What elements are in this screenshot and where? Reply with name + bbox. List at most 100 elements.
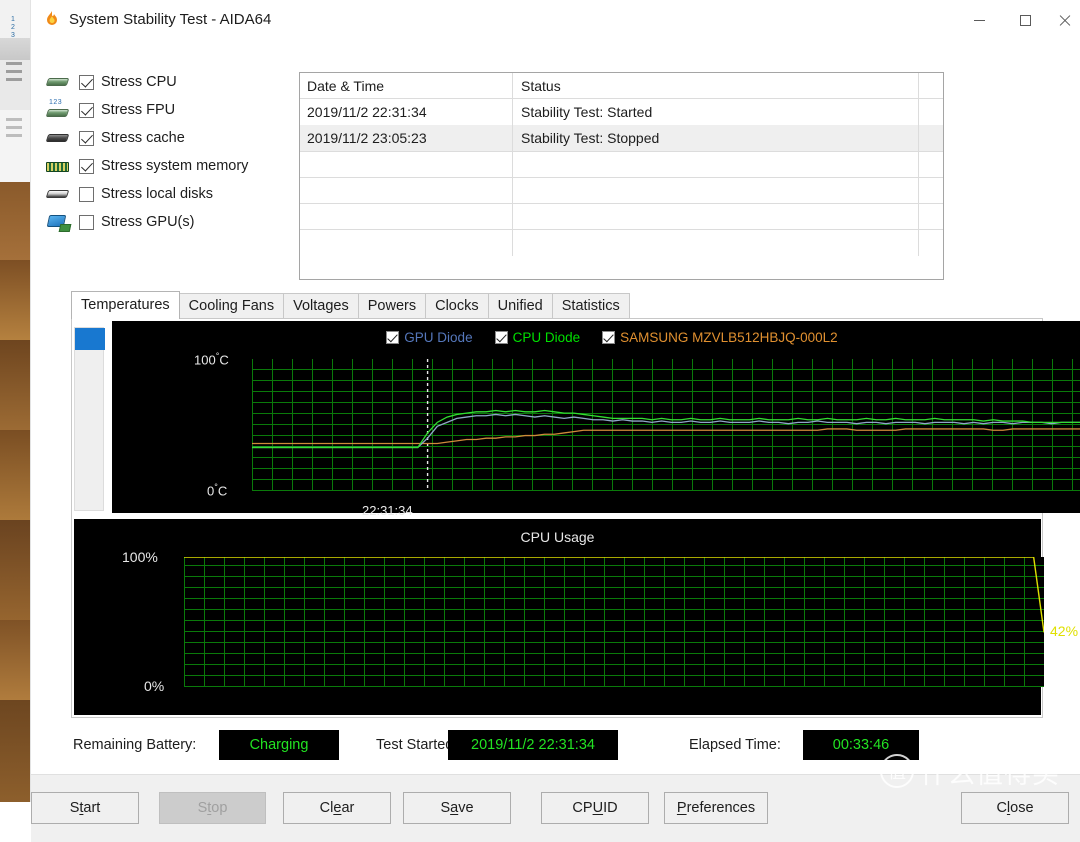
legend-item-ssd[interactable]: SAMSUNG MZVLB512HBJQ-000L2 <box>602 330 838 345</box>
gpu-monitor-icon <box>45 212 71 232</box>
stress-cache-label: Stress cache <box>101 130 185 146</box>
temperatures-tab-panel: GPU Diode CPU Diode SAMSUNG MZVLB512HBJQ… <box>71 318 1080 718</box>
table-row[interactable] <box>300 177 943 204</box>
desktop-icon-strip-1 <box>6 62 22 65</box>
test-started-label: Test Started: <box>376 737 458 753</box>
column-header-spacer <box>919 73 943 99</box>
memory-dimm-icon <box>45 156 71 176</box>
stress-option-cache[interactable]: Stress cache <box>45 124 275 152</box>
stress-disks-checkbox[interactable] <box>79 186 94 202</box>
stress-option-gpu[interactable]: Stress GPU(s) <box>45 208 275 236</box>
stress-options-list: Stress CPU 123 Stress FPU Stress cache S… <box>45 68 275 236</box>
cell-datetime <box>300 229 513 256</box>
cell-datetime <box>300 151 513 178</box>
desktop-icon-strip-2 <box>6 70 22 73</box>
table-header-row: Date & Time Status <box>300 73 943 99</box>
button-bar: Start Stop Clear Save CPUID Preferences … <box>31 774 1080 842</box>
maximize-icon[interactable] <box>1002 0 1048 40</box>
table-row[interactable] <box>300 151 943 178</box>
stress-cpu-label: Stress CPU <box>101 74 177 90</box>
minimize-icon[interactable] <box>956 0 1002 40</box>
tab-cooling-fans[interactable]: Cooling Fans <box>178 293 285 319</box>
tab-unified[interactable]: Unified <box>487 293 553 319</box>
sensor-scrollbar[interactable] <box>74 327 105 511</box>
flame-icon <box>42 10 62 30</box>
elapsed-time-value: 00:33:46 <box>803 730 919 760</box>
cache-chip-icon <box>45 128 71 148</box>
elapsed-time-label: Elapsed Time: <box>689 737 781 753</box>
preferences-button-label: Preferences <box>676 800 756 816</box>
table-row[interactable] <box>300 229 943 256</box>
cpuid-button[interactable]: CPUID <box>541 792 649 824</box>
cpu-chip-icon <box>45 72 71 92</box>
temp-axis-label-max: 100°C <box>194 351 229 368</box>
stress-option-fpu[interactable]: 123 Stress FPU <box>45 96 275 124</box>
stress-option-cpu[interactable]: Stress CPU <box>45 68 275 96</box>
legend-item-cpu-diode[interactable]: CPU Diode <box>494 329 581 345</box>
cpu-axis-label-max: 100% <box>122 549 158 565</box>
table-row[interactable] <box>300 203 943 230</box>
fpu-chip-icon: 123 <box>45 99 71 120</box>
cell-datetime: 2019/11/2 22:31:34 <box>300 99 513 125</box>
column-header-status: Status <box>513 73 919 99</box>
stress-cache-checkbox[interactable] <box>79 130 94 146</box>
temperatures-chart: GPU Diode CPU Diode SAMSUNG MZVLB512HBJQ… <box>112 321 1080 518</box>
cpu-usage-chart-title: CPU Usage <box>520 529 595 545</box>
cpuid-button-label: CPUID <box>572 800 618 816</box>
legend-item-gpu-diode[interactable]: GPU Diode <box>386 330 473 345</box>
cell-status: Stability Test: Started <box>513 99 919 125</box>
save-button-label: Save <box>440 800 474 816</box>
cell-datetime <box>300 203 513 230</box>
tab-voltages[interactable]: Voltages <box>283 293 359 319</box>
stress-memory-label: Stress system memory <box>101 158 249 174</box>
cpu-usage-chart: CPU Usage 100% 0% 42% <box>74 519 1078 715</box>
close-button[interactable]: Close <box>961 792 1069 824</box>
temp-axis-label-min: 0°C <box>207 482 228 499</box>
column-header-datetime: Date & Time <box>300 73 513 99</box>
cell-datetime: 2019/11/2 23:05:23 <box>300 125 513 151</box>
legend-gpu-diode-checkbox[interactable] <box>386 330 400 344</box>
temperatures-plot-svg <box>252 359 1080 491</box>
client-area: Stress CPU 123 Stress FPU Stress cache S… <box>31 40 1080 842</box>
desktop-number-icon: 123 <box>11 16 15 39</box>
stop-button[interactable]: Stop <box>159 792 266 824</box>
clear-button[interactable]: Clear <box>283 792 391 824</box>
stress-option-disks[interactable]: Stress local disks <box>45 180 275 208</box>
desktop-icon-strip-3 <box>6 78 22 81</box>
battery-value: Charging <box>219 730 339 760</box>
legend-cpu-diode-checkbox[interactable] <box>494 330 508 344</box>
cell-status <box>513 177 919 204</box>
stress-fpu-label: Stress FPU <box>101 102 176 118</box>
test-started-value: 2019/11/2 22:31:34 <box>448 730 618 760</box>
legend-cpu-diode-label: CPU Diode <box>512 329 581 345</box>
temperatures-plot-area <box>252 359 1080 491</box>
start-button[interactable]: Start <box>31 792 139 824</box>
sensor-scrollbar-thumb[interactable] <box>75 328 105 350</box>
hard-disk-icon <box>45 184 71 204</box>
table-row[interactable]: 2019/11/2 23:05:23 Stability Test: Stopp… <box>300 125 943 151</box>
preferences-button[interactable]: Preferences <box>664 792 768 824</box>
tab-temperatures[interactable]: Temperatures <box>71 291 180 319</box>
stress-gpu-checkbox[interactable] <box>79 214 94 230</box>
tab-bar: Temperatures Cooling Fans Voltages Power… <box>71 291 630 319</box>
tab-clocks[interactable]: Clocks <box>425 293 489 319</box>
legend-ssd-checkbox[interactable] <box>602 330 616 344</box>
status-strip: Remaining Battery: Charging Test Started… <box>31 730 1080 774</box>
desktop-icon-strip-4 <box>6 118 22 121</box>
stress-option-memory[interactable]: Stress system memory <box>45 152 275 180</box>
cell-status: Stability Test: Stopped <box>513 125 919 151</box>
stop-button-label: Stop <box>197 800 228 816</box>
stress-memory-checkbox[interactable] <box>79 158 94 174</box>
title-bar[interactable]: System Stability Test - AIDA64 <box>31 0 1080 40</box>
stress-cpu-checkbox[interactable] <box>79 74 94 90</box>
event-log-table[interactable]: Date & Time Status 2019/11/2 22:31:34 St… <box>299 72 944 280</box>
tab-powers[interactable]: Powers <box>357 293 427 319</box>
close-icon[interactable] <box>1048 0 1080 40</box>
tab-statistics[interactable]: Statistics <box>551 293 630 319</box>
table-row[interactable]: 2019/11/2 22:31:34 Stability Test: Start… <box>300 99 943 125</box>
save-button[interactable]: Save <box>403 792 511 824</box>
legend-ssd-label: SAMSUNG MZVLB512HBJQ-000L2 <box>620 329 838 345</box>
stress-fpu-checkbox[interactable] <box>79 102 94 118</box>
desktop-icon-strip-6 <box>6 134 22 137</box>
desktop-icon-strip-5 <box>6 126 22 129</box>
